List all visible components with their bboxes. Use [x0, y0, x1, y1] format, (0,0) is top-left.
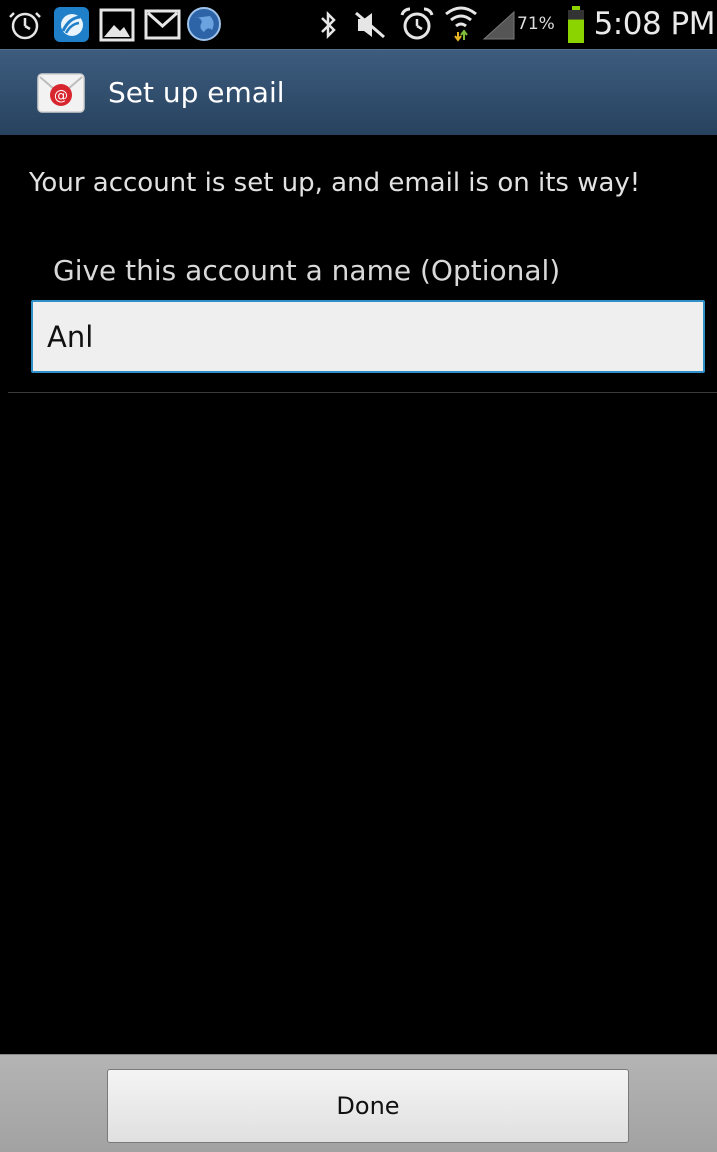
wireless-hotspot-icon: [53, 6, 90, 47]
status-bar: 71% 5:08 PM: [0, 0, 717, 49]
gallery-icon: [99, 8, 135, 46]
globe-icon: [186, 6, 222, 46]
title-bar: @ Set up email: [0, 49, 717, 135]
page-title: Set up email: [108, 76, 285, 109]
svg-text:@: @: [54, 88, 68, 104]
email-app-icon: @: [37, 73, 85, 113]
signal-icon: [482, 10, 516, 44]
mute-icon: [354, 9, 386, 45]
setup-complete-message: Your account is set up, and email is on …: [29, 168, 641, 198]
battery-percent: 71%: [517, 14, 555, 34]
done-button[interactable]: Done: [107, 1069, 629, 1143]
account-name-input[interactable]: [31, 300, 705, 373]
gmail-icon: [144, 9, 181, 44]
button-bar: Done: [0, 1054, 717, 1152]
divider: [8, 392, 717, 393]
clock: 5:08 PM: [593, 6, 716, 42]
account-name-label: Give this account a name (Optional): [53, 254, 561, 287]
battery-icon: [567, 6, 585, 48]
wifi-icon: [444, 4, 478, 46]
alarm-clock-icon: [399, 6, 435, 46]
alarm-icon: [8, 8, 42, 46]
bluetooth-icon: [319, 9, 337, 45]
